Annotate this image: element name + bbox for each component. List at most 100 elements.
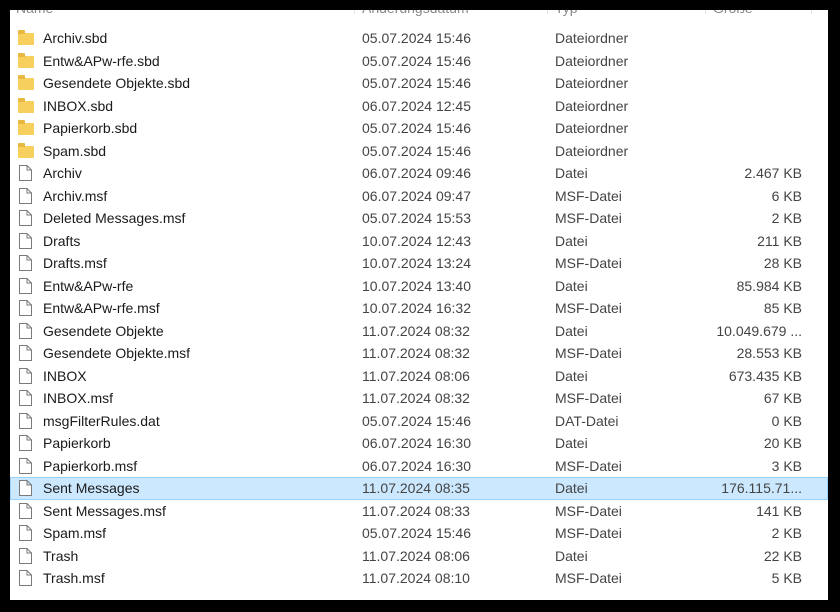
column-type-header[interactable]: Typ <box>555 10 578 22</box>
file-type: MSF-Datei <box>555 255 622 271</box>
file-modified-date: 10.07.2024 16:32 <box>362 300 471 316</box>
file-icon <box>19 232 32 249</box>
file-row[interactable]: msgFilterRules.dat 05.07.2024 15:46 DAT-Da… <box>10 410 828 433</box>
file-size: 22 KB <box>763 547 802 564</box>
column-divider[interactable] <box>705 10 706 14</box>
file-modified-date: 11.07.2024 08:06 <box>362 367 470 384</box>
column-size-header[interactable]: Größe <box>713 10 753 22</box>
file-icon <box>19 277 32 294</box>
column-divider[interactable] <box>547 10 548 14</box>
row-icon-cell <box>18 252 36 275</box>
file-row[interactable]: Spam.msf 05.07.2024 15:46 MSF-Datei 2 KB <box>10 522 828 545</box>
file-name: Entw&APw-rfe.msf <box>43 300 160 316</box>
file-size: 20 KB <box>763 435 802 451</box>
file-size: 673.435 KB <box>728 367 802 384</box>
file-modified-date: 05.07.2024 15:46 <box>362 120 471 136</box>
file-icon <box>19 187 32 204</box>
file-name: Gesendete Objekte.msf <box>43 345 191 361</box>
file-size: 2 KB <box>771 210 802 226</box>
file-modified-date: 05.07.2024 15:46 <box>362 412 471 429</box>
file-name: msgFilterRules.dat <box>43 412 160 429</box>
file-icon <box>19 367 32 384</box>
row-icon-cell <box>18 500 36 523</box>
file-name: Drafts <box>43 232 81 249</box>
file-type: Datei <box>555 277 588 294</box>
file-row[interactable]: Papierkorb 06.07.2024 16:30 Datei 20 KB <box>10 432 828 455</box>
file-row[interactable]: INBOX 11.07.2024 08:06 Datei 673.435 KB <box>10 365 828 388</box>
row-icon-cell <box>18 95 36 118</box>
file-type: Datei <box>555 547 588 564</box>
file-row[interactable]: Trash.msf 11.07.2024 08:10 MSF-Datei 5 KB <box>10 567 828 590</box>
file-type: MSF-Datei <box>555 502 622 519</box>
column-divider[interactable] <box>811 10 812 14</box>
file-icon <box>19 390 32 406</box>
file-type: MSF-Datei <box>555 390 622 406</box>
file-name: Gesendete Objekte <box>43 322 164 339</box>
file-row[interactable]: Archiv 06.07.2024 09:46 Datei 2.467 KB <box>10 162 828 185</box>
column-name-header[interactable]: Name <box>16 10 53 22</box>
folder-row[interactable]: Archiv.sbd 05.07.2024 15:46 Dateiordner <box>10 27 828 50</box>
file-type: Datei <box>555 165 588 181</box>
file-row[interactable]: Sent Messages 11.07.2024 08:35 Datei 176.11… <box>10 477 828 500</box>
row-icon-cell <box>18 72 36 95</box>
file-row[interactable]: Papierkorb.msf 06.07.2024 16:30 MSF-Datei 3… <box>10 455 828 478</box>
file-row[interactable]: Drafts.msf 10.07.2024 13:24 MSF-Datei 28 KB <box>10 252 828 275</box>
file-name: Archiv.msf <box>43 187 108 204</box>
file-modified-date: 05.07.2024 15:46 <box>362 30 471 46</box>
file-row[interactable]: Entw&APw-rfe 10.07.2024 13:40 Datei 85.984 … <box>10 275 828 298</box>
file-icon <box>19 255 32 271</box>
file-modified-date: 05.07.2024 15:46 <box>362 75 471 91</box>
file-name: Entw&APw-rfe <box>43 277 134 294</box>
file-row[interactable]: Sent Messages.msf 11.07.2024 08:33 MSF-Dat… <box>10 500 828 523</box>
file-type: Datei <box>555 322 588 339</box>
file-modified-date: 05.07.2024 15:46 <box>362 142 471 159</box>
file-type: MSF-Datei <box>555 525 622 541</box>
file-row[interactable]: Gesendete Objekte.msf 11.07.2024 08:32 MSF… <box>10 342 828 365</box>
file-size: 85.984 KB <box>736 277 802 294</box>
file-icon <box>19 502 32 519</box>
file-type: DAT-Datei <box>555 412 619 429</box>
file-icon <box>19 525 32 541</box>
file-row[interactable]: Gesendete Objekte 11.07.2024 08:32 Datei 10… <box>10 320 828 343</box>
file-icon <box>19 570 32 586</box>
file-row[interactable]: Drafts 10.07.2024 12:43 Datei 211 KB <box>10 230 828 253</box>
file-size: 176.115.71... <box>721 480 802 496</box>
file-type: Dateiordner <box>555 52 629 69</box>
file-name: Papierkorb.msf <box>43 457 138 474</box>
file-row[interactable]: Archiv.msf 06.07.2024 09:47 MSF-Datei 6 KB <box>10 185 828 208</box>
row-icon-cell <box>18 522 36 545</box>
file-type: MSF-Datei <box>555 187 622 204</box>
file-row[interactable]: Trash 11.07.2024 08:06 Datei 22 KB <box>10 545 828 568</box>
column-date-header[interactable]: Änderungsdatum <box>362 10 469 22</box>
folder-row[interactable]: Papierkorb.sbd 05.07.2024 15:46 Dateiordne… <box>10 117 828 140</box>
file-size: 28.553 KB <box>736 345 802 361</box>
file-name: Deleted Messages.msf <box>43 210 186 226</box>
row-icon-cell <box>18 27 36 50</box>
folder-row[interactable]: Entw&APw-rfe.sbd 05.07.2024 15:46 Dateiord… <box>10 50 828 73</box>
row-icon-cell <box>18 410 36 433</box>
file-modified-date: 10.07.2024 12:43 <box>362 232 471 249</box>
file-modified-date: 05.07.2024 15:53 <box>362 210 471 226</box>
file-row[interactable]: INBOX.msf 11.07.2024 08:32 MSF-Datei 67 KB <box>10 387 828 410</box>
file-name: Archiv <box>43 165 82 181</box>
folder-row[interactable]: Gesendete Objekte.sbd 05.07.2024 15:46 Dat… <box>10 72 828 95</box>
file-name: Entw&APw-rfe.sbd <box>43 52 160 69</box>
file-size: 28 KB <box>763 255 802 271</box>
file-modified-date: 11.07.2024 08:32 <box>362 345 470 361</box>
folder-row[interactable]: INBOX.sbd 06.07.2024 12:45 Dateiordner <box>10 95 828 118</box>
row-icon-cell <box>18 297 36 320</box>
file-row[interactable]: Entw&APw-rfe.msf 10.07.2024 16:32 MSF-Date… <box>10 297 828 320</box>
file-size: 10.049.679 ... <box>716 322 802 339</box>
column-header: Name Änderungsdatum Typ Größe <box>10 10 828 22</box>
file-size: 67 KB <box>763 390 802 406</box>
folder-row[interactable]: Spam.sbd 05.07.2024 15:46 Dateiordner <box>10 140 828 163</box>
file-size: 0 KB <box>771 412 802 429</box>
file-type: MSF-Datei <box>555 570 622 586</box>
row-icon-cell <box>18 275 36 298</box>
file-type: Dateiordner <box>555 97 629 114</box>
file-row[interactable]: Deleted Messages.msf 05.07.2024 15:53 MSF-… <box>10 207 828 230</box>
column-divider[interactable] <box>354 10 355 14</box>
file-list: Archiv.sbd 05.07.2024 15:46 Dateiordner Ent… <box>10 27 828 590</box>
file-type: MSF-Datei <box>555 300 622 316</box>
file-name: Gesendete Objekte.sbd <box>43 75 191 91</box>
